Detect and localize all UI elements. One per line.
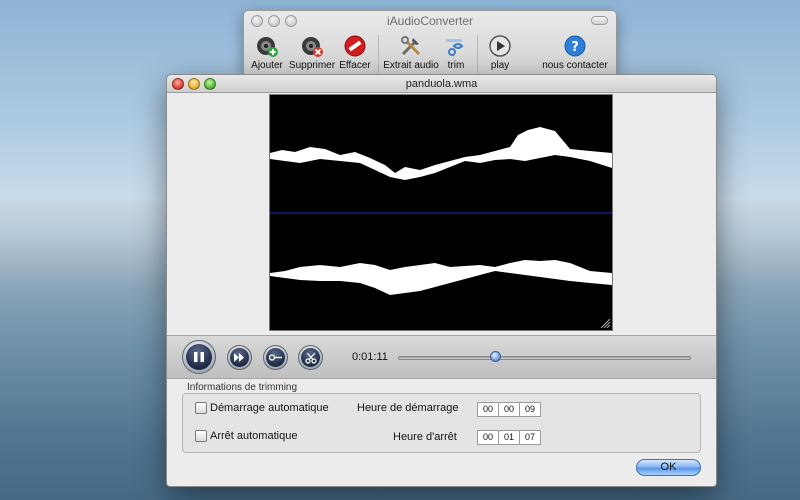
contact-label: nous contacter (542, 60, 608, 71)
trim-window-titlebar[interactable]: panduola.wma (167, 75, 716, 93)
start-minutes-field[interactable]: 00 (498, 402, 520, 417)
waveform-view[interactable] (269, 94, 613, 331)
svg-text:?: ? (571, 40, 579, 55)
stop-time-fields: 00 01 07 (477, 430, 541, 445)
start-hours-field[interactable]: 00 (477, 402, 499, 417)
remove-speaker-icon (299, 33, 325, 59)
start-seconds-field[interactable]: 09 (519, 402, 541, 417)
transport-bar: 0:01:11 (167, 335, 716, 379)
minimize-button[interactable] (268, 15, 280, 27)
add-button[interactable]: Ajouter (246, 33, 288, 71)
resize-grip-icon[interactable] (601, 319, 610, 328)
auto-start-checkbox[interactable] (195, 402, 207, 414)
main-toolbar: Ajouter Supprimer Effacer Extrait audio (244, 31, 616, 77)
toolbar-divider (477, 35, 478, 73)
main-window-title: iAudioConverter (386, 14, 474, 28)
trimming-group: Démarrage automatique Arrêt automatique … (182, 393, 701, 453)
trim-button[interactable]: trim (439, 33, 473, 71)
clear-label: Effacer (339, 60, 371, 71)
auto-stop-option[interactable]: Arrêt automatique (195, 430, 297, 442)
play-icon (487, 33, 513, 59)
trim-icon (443, 33, 469, 59)
fast-forward-button[interactable] (227, 345, 252, 370)
auto-start-label: Démarrage automatique (210, 402, 329, 414)
zoom-button[interactable] (285, 15, 297, 27)
auto-stop-label: Arrêt automatique (210, 430, 298, 442)
delete-button[interactable]: Supprimer (288, 33, 336, 71)
pause-button[interactable] (182, 340, 216, 374)
stop-seconds-field[interactable]: 07 (519, 430, 541, 445)
clear-icon (342, 33, 368, 59)
zoom-button[interactable] (204, 78, 216, 90)
playback-time: 0:01:11 (352, 351, 388, 363)
extract-audio-label: Extrait audio (383, 60, 439, 71)
cut-button[interactable] (298, 345, 323, 370)
start-time-label: Heure de démarrage (357, 402, 459, 414)
pause-icon (186, 344, 212, 370)
stop-hours-field[interactable]: 00 (477, 430, 499, 445)
tools-icon (398, 33, 424, 59)
contact-button[interactable]: ? nous contacter (540, 33, 610, 71)
playback-slider[interactable] (398, 356, 691, 360)
main-window-titlebar[interactable]: iAudioConverter (244, 11, 616, 31)
main-window-traffic-lights (251, 15, 297, 27)
auto-stop-checkbox[interactable] (195, 430, 207, 442)
toolbar-divider (378, 35, 379, 73)
play-button[interactable]: play (482, 33, 518, 71)
fast-forward-icon (230, 348, 249, 367)
start-time-fields: 00 00 09 (477, 402, 541, 417)
toolbar-toggle-button[interactable] (591, 16, 608, 25)
minimize-button[interactable] (188, 78, 200, 90)
clear-button[interactable]: Effacer (336, 33, 374, 71)
set-marker-button[interactable] (263, 345, 288, 370)
add-speaker-icon (254, 33, 280, 59)
ok-button[interactable]: OK (636, 459, 701, 476)
play-label: play (490, 60, 510, 71)
scissors-icon (301, 348, 320, 367)
trim-label: trim (447, 60, 465, 71)
auto-start-option[interactable]: Démarrage automatique (195, 402, 329, 414)
add-label: Ajouter (251, 60, 283, 71)
close-button[interactable] (172, 78, 184, 90)
trimming-group-title: Informations de trimming (187, 382, 298, 393)
help-icon: ? (562, 33, 588, 59)
trim-window-traffic-lights (172, 78, 216, 90)
main-window: iAudioConverter Ajouter Supprimer Efface… (243, 10, 617, 76)
trim-window: panduola.wma 0:01:11 Informations de tri… (166, 74, 717, 487)
trim-window-title: panduola.wma (405, 78, 478, 90)
stop-minutes-field[interactable]: 01 (498, 430, 520, 445)
stop-time-label: Heure d'arrêt (393, 431, 457, 443)
close-button[interactable] (251, 15, 263, 27)
delete-label: Supprimer (288, 60, 336, 71)
playback-slider-knob[interactable] (489, 351, 501, 362)
extract-audio-button[interactable]: Extrait audio (383, 33, 439, 71)
marker-icon (266, 348, 285, 367)
waveform-graphic (270, 95, 612, 330)
